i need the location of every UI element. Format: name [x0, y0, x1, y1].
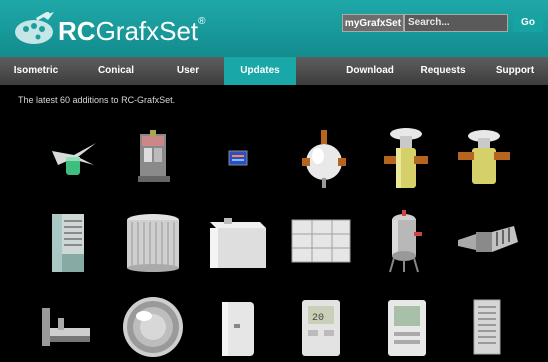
- nav-isometric[interactable]: Isometric: [0, 57, 72, 85]
- wall-sensor-thumbnail[interactable]: [220, 300, 256, 358]
- l-bracket-thumbnail[interactable]: [34, 300, 94, 350]
- brand-logo-text[interactable]: RCGrafxSet®: [58, 16, 206, 47]
- nav-download[interactable]: Download: [336, 57, 404, 85]
- globe-valve-thumbnail[interactable]: [298, 128, 350, 190]
- propeller-valve-thumbnail[interactable]: [48, 135, 100, 180]
- nav-requests[interactable]: Requests: [410, 57, 476, 85]
- nav-conical[interactable]: Conical: [80, 57, 152, 85]
- water-tank-thumbnail[interactable]: [48, 210, 90, 276]
- thermostat-display-thumbnail[interactable]: [386, 298, 428, 358]
- nav-user[interactable]: User: [152, 57, 224, 85]
- expansion-valve-vertical-thumbnail[interactable]: [382, 126, 430, 192]
- modular-tank-thumbnail[interactable]: [288, 214, 354, 268]
- electrical-panel-thumbnail[interactable]: [134, 128, 174, 188]
- pressure-vessel-thumbnail[interactable]: [384, 208, 424, 274]
- nav-support[interactable]: Support: [484, 57, 546, 85]
- header-bar: RCGrafxSet® myGrafxSet Search... Go: [0, 0, 548, 57]
- rectangular-tank-thumbnail[interactable]: [204, 214, 270, 270]
- round-grille-thumbnail[interactable]: [120, 296, 186, 358]
- main-navigation: Isometric Conical User Updates Download …: [0, 57, 548, 85]
- svg-text:20: 20: [312, 313, 324, 324]
- paint-palette-logo-icon: [15, 12, 54, 44]
- logo-bold-part: RC: [58, 16, 96, 46]
- logo-rest-part: GrafxSet: [95, 16, 199, 46]
- expansion-valve-horizontal-thumbnail[interactable]: [456, 128, 512, 188]
- search-input[interactable]: Search...: [404, 14, 508, 32]
- go-button[interactable]: Go: [513, 14, 543, 32]
- mygrafxset-button[interactable]: myGrafxSet: [342, 14, 404, 32]
- intro-text: The latest 60 additions to RC-GrafxSet.: [18, 95, 176, 105]
- cylindrical-tank-thumbnail[interactable]: [124, 212, 182, 272]
- registered-mark: ®: [198, 16, 206, 27]
- duct-fitting-thumbnail[interactable]: [456, 222, 520, 262]
- louvered-grille-thumbnail[interactable]: [472, 298, 502, 356]
- nav-updates[interactable]: Updates: [224, 57, 296, 85]
- blue-indicator-thumbnail[interactable]: [228, 150, 248, 166]
- digital-thermostat-thumbnail[interactable]: 20: [300, 298, 342, 358]
